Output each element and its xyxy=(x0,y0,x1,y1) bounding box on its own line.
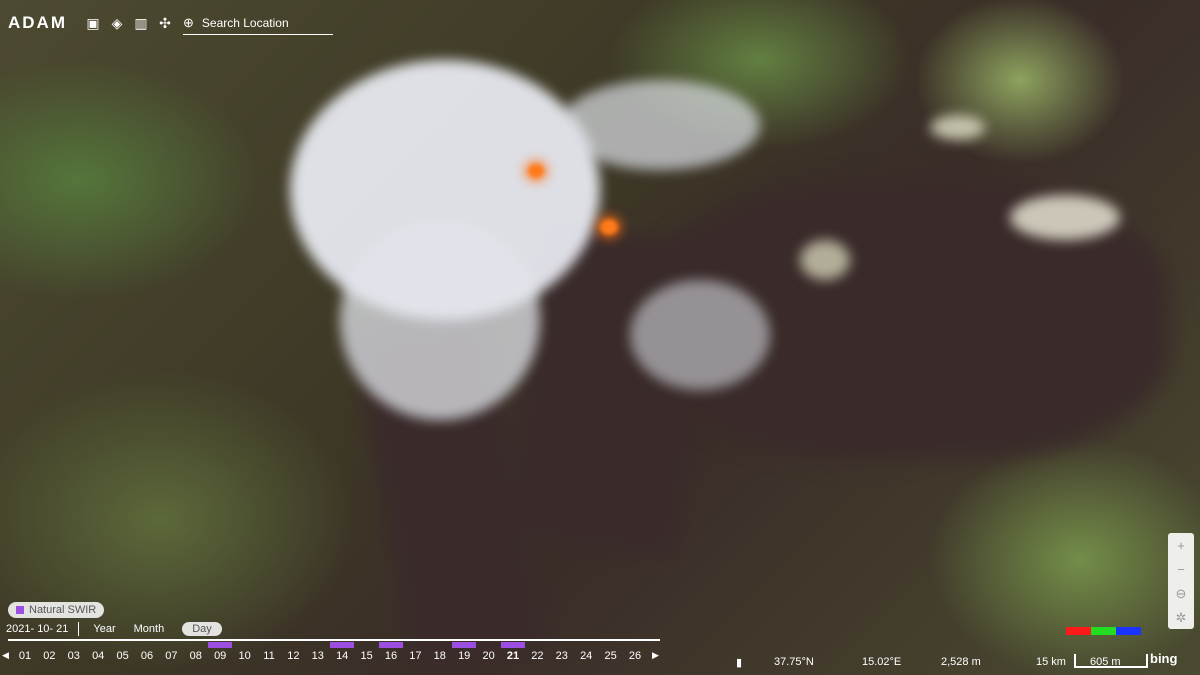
zoom-in-icon[interactable]: + xyxy=(1177,539,1185,552)
day-data-marker[interactable] xyxy=(208,642,233,648)
day-item[interactable]: 12 xyxy=(281,650,305,662)
day-item[interactable]: 04 xyxy=(86,650,110,662)
day-item[interactable]: 25 xyxy=(599,650,623,662)
rgb-band-swatch xyxy=(1066,627,1091,635)
day-item[interactable]: 22 xyxy=(525,650,549,662)
day-item[interactable]: 19 xyxy=(452,650,476,662)
layer-label: Natural SWIR xyxy=(29,604,97,616)
day-item[interactable]: 20 xyxy=(477,650,501,662)
map-controls: + − ⊖ ✲ xyxy=(1168,533,1194,629)
day-item[interactable]: 14 xyxy=(330,650,354,662)
rgb-band-swatch xyxy=(1116,627,1141,635)
day-item[interactable]: 11 xyxy=(257,650,281,662)
day-item[interactable]: 18 xyxy=(428,650,452,662)
elevation-readout: 2,528 m xyxy=(941,656,981,668)
day-item[interactable]: 03 xyxy=(62,650,86,662)
satellite-map[interactable] xyxy=(0,0,1200,675)
divider xyxy=(78,622,80,636)
share-icon[interactable]: ✣ xyxy=(153,15,177,32)
bing-logo: bing xyxy=(1150,651,1178,666)
day-item[interactable]: 09 xyxy=(208,650,232,662)
day-item[interactable]: 02 xyxy=(37,650,61,662)
scale-year-button[interactable]: Year xyxy=(93,623,115,635)
zoom-out-icon[interactable]: − xyxy=(1177,563,1185,576)
compass-icon[interactable]: ✲ xyxy=(1176,611,1187,624)
rgb-legend xyxy=(1066,627,1141,635)
timeline-next-icon[interactable]: ▶ xyxy=(652,650,659,661)
scale-month-button[interactable]: Month xyxy=(134,623,165,635)
app-logo[interactable]: ADAM xyxy=(8,13,67,33)
day-item[interactable]: 10 xyxy=(233,650,257,662)
current-date: 2021- 10- 21 xyxy=(6,623,69,635)
search-box[interactable]: ⊕ xyxy=(183,12,333,35)
location-pin-icon: ▮ xyxy=(736,657,743,669)
top-toolbar: ADAM ▣ ◈ ▥ ✣ ⊕ xyxy=(8,10,333,36)
layer-color-swatch xyxy=(16,606,24,614)
day-item[interactable]: 05 xyxy=(111,650,135,662)
longitude-readout: 15.02°E xyxy=(862,656,902,668)
tilt-icon[interactable]: ⊖ xyxy=(1176,587,1187,600)
distance-readout: 15 km xyxy=(1036,656,1066,668)
day-item[interactable]: 23 xyxy=(550,650,574,662)
day-data-marker[interactable] xyxy=(501,642,525,648)
day-item[interactable]: 16 xyxy=(379,650,403,662)
layers-icon[interactable]: ◈ xyxy=(105,15,129,32)
search-icon[interactable]: ⊕ xyxy=(183,15,194,31)
day-item[interactable]: 13 xyxy=(306,650,330,662)
timeline-track[interactable] xyxy=(8,639,660,641)
search-input[interactable] xyxy=(199,14,329,31)
timeline-prev-icon[interactable]: ◀ xyxy=(2,650,9,661)
date-scale-row: 2021- 10- 21 Year Month Day xyxy=(6,620,240,638)
day-item[interactable]: 24 xyxy=(574,650,598,662)
timeline-days: ◀ ▶ 01 02 03 04 05 06 07 08 09 10 11 12 13 14 15 16 17 18… xyxy=(0,642,665,672)
chart-icon[interactable]: ▥ xyxy=(129,15,153,32)
day-data-marker[interactable] xyxy=(452,642,477,648)
day-item[interactable]: 08 xyxy=(184,650,208,662)
day-item[interactable]: 26 xyxy=(623,650,647,662)
day-item[interactable]: 17 xyxy=(403,650,427,662)
scale-day-button[interactable]: Day xyxy=(182,622,222,636)
buildings-icon[interactable]: ▣ xyxy=(81,15,105,32)
day-item[interactable]: 06 xyxy=(135,650,159,662)
layer-selector[interactable]: Natural SWIR xyxy=(8,602,105,618)
day-data-marker[interactable] xyxy=(379,642,403,648)
day-item[interactable]: 15 xyxy=(355,650,379,662)
day-item[interactable]: 21 xyxy=(501,650,525,662)
day-item[interactable]: 07 xyxy=(159,650,183,662)
scale-bar-label: 605 m xyxy=(1090,656,1121,668)
latitude-readout: 37.75°N xyxy=(774,656,814,668)
day-item[interactable]: 01 xyxy=(13,650,37,662)
rgb-band-swatch xyxy=(1091,627,1116,635)
day-data-marker[interactable] xyxy=(330,642,355,648)
